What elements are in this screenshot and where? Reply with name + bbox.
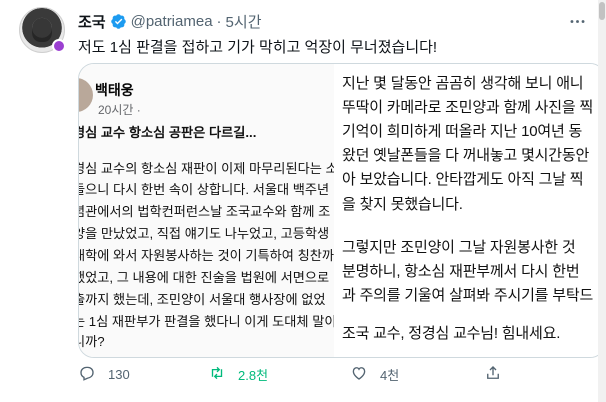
scroll-thumb[interactable] bbox=[599, 2, 605, 20]
like-button[interactable]: 4천 bbox=[350, 362, 399, 386]
like-count: 4천 bbox=[380, 367, 400, 383]
author-handle[interactable]: @patriamea bbox=[131, 13, 213, 30]
note-line: 기억이 희미하게 떠올라 지난 10여년 동 bbox=[342, 123, 583, 140]
scrollbar[interactable] bbox=[598, 0, 606, 402]
affiliate-badge-icon bbox=[52, 39, 66, 53]
note-line: 조국 교수, 정경심 교수님! 힘내세요. bbox=[342, 325, 561, 342]
retweet-button[interactable]: 2.8천 bbox=[208, 362, 268, 386]
author-name[interactable]: 조국 bbox=[78, 11, 106, 32]
fb-avatar bbox=[79, 78, 93, 112]
fb-line: 니까? bbox=[79, 334, 105, 349]
reply-icon bbox=[78, 364, 96, 385]
note-line: 뚜딱이 카메라로 조민양과 함께 사진을 찍 bbox=[342, 99, 594, 116]
fb-line: 들으니 다시 한번 속이 상합니다. 서울대 백주년 bbox=[79, 182, 330, 197]
fb-line: 양을 만났었고, 직접 얘기도 나누었고, 고등학생 bbox=[79, 226, 330, 241]
fb-line: 출까지 했는데, 조민양이 서울대 행사장에 없었 bbox=[79, 292, 326, 307]
fb-line: 대학에 와서 자원봉사하는 것이 기특하여 칭찬까 bbox=[79, 248, 334, 263]
retweet-icon bbox=[208, 364, 226, 385]
note-line: 분명하니, 항소심 재판부께서 다시 한번 bbox=[342, 263, 580, 280]
tweet-actions: 130 2.8천 4천 bbox=[0, 362, 606, 386]
fb-time: 20시간 · bbox=[98, 103, 141, 117]
fb-line: 경심 교수의 항소심 재판이 이제 마무리된다는 소 bbox=[79, 161, 336, 176]
timestamp[interactable]: 5시간 bbox=[226, 11, 262, 32]
media-grid[interactable]: 백태웅 20시간 · 경심 교수 항소심 공판은 다르길... 경심 교수의 항… bbox=[78, 63, 606, 358]
tweet-text: 저도 1심 판결을 접하고 기가 막히고 억장이 무너졌습니다! bbox=[78, 39, 438, 56]
fb-line: 는 1심 재판부가 판결을 했다니 이게 도대체 말이 bbox=[79, 314, 336, 329]
note-line: 지난 몇 달동안 곰곰히 생각해 보니 애니 bbox=[342, 75, 584, 92]
fb-author: 백태웅 bbox=[95, 82, 134, 98]
more-icon[interactable] bbox=[566, 10, 588, 32]
note-line: 왔던 옛날폰들을 다 꺼내놓고 몇시간동안 bbox=[342, 147, 590, 164]
like-icon bbox=[350, 364, 368, 385]
tweet-header: 조국 @patriamea · 5시간 bbox=[78, 11, 262, 32]
tweet[interactable]: 조국 @patriamea · 5시간 저도 1심 판결을 접하고 기가 막히고… bbox=[0, 0, 606, 402]
note-line: 과 주의를 기울여 살펴봐 주시기를 부탁드 bbox=[342, 287, 594, 304]
media-image-left[interactable]: 백태웅 20시간 · 경심 교수 항소심 공판은 다르길... 경심 교수의 항… bbox=[79, 64, 336, 357]
share-icon bbox=[484, 364, 502, 385]
note-line: 아 보았습니다. 안타깝게도 아직 그날 찍 bbox=[342, 171, 584, 188]
fb-line: 념관에서의 법학컨퍼런스날 조국교수와 함께 조 bbox=[79, 204, 331, 219]
note-line: 을 찾지 못했습니다. bbox=[342, 196, 463, 213]
retweet-count: 2.8천 bbox=[238, 367, 269, 383]
reply-button[interactable]: 130 bbox=[78, 362, 130, 386]
note-line: 그렇지만 조민양이 그날 자원봉사한 것 bbox=[342, 239, 576, 256]
fb-line: 했었고, 그 내용에 대한 진술을 법원에 서면으로 bbox=[79, 270, 330, 285]
share-button[interactable] bbox=[484, 362, 502, 386]
verified-badge-icon bbox=[110, 13, 127, 30]
fb-title: 경심 교수 항소심 공판은 다르길... bbox=[79, 125, 257, 140]
separator: · bbox=[216, 13, 222, 30]
reply-count: 130 bbox=[108, 366, 130, 382]
